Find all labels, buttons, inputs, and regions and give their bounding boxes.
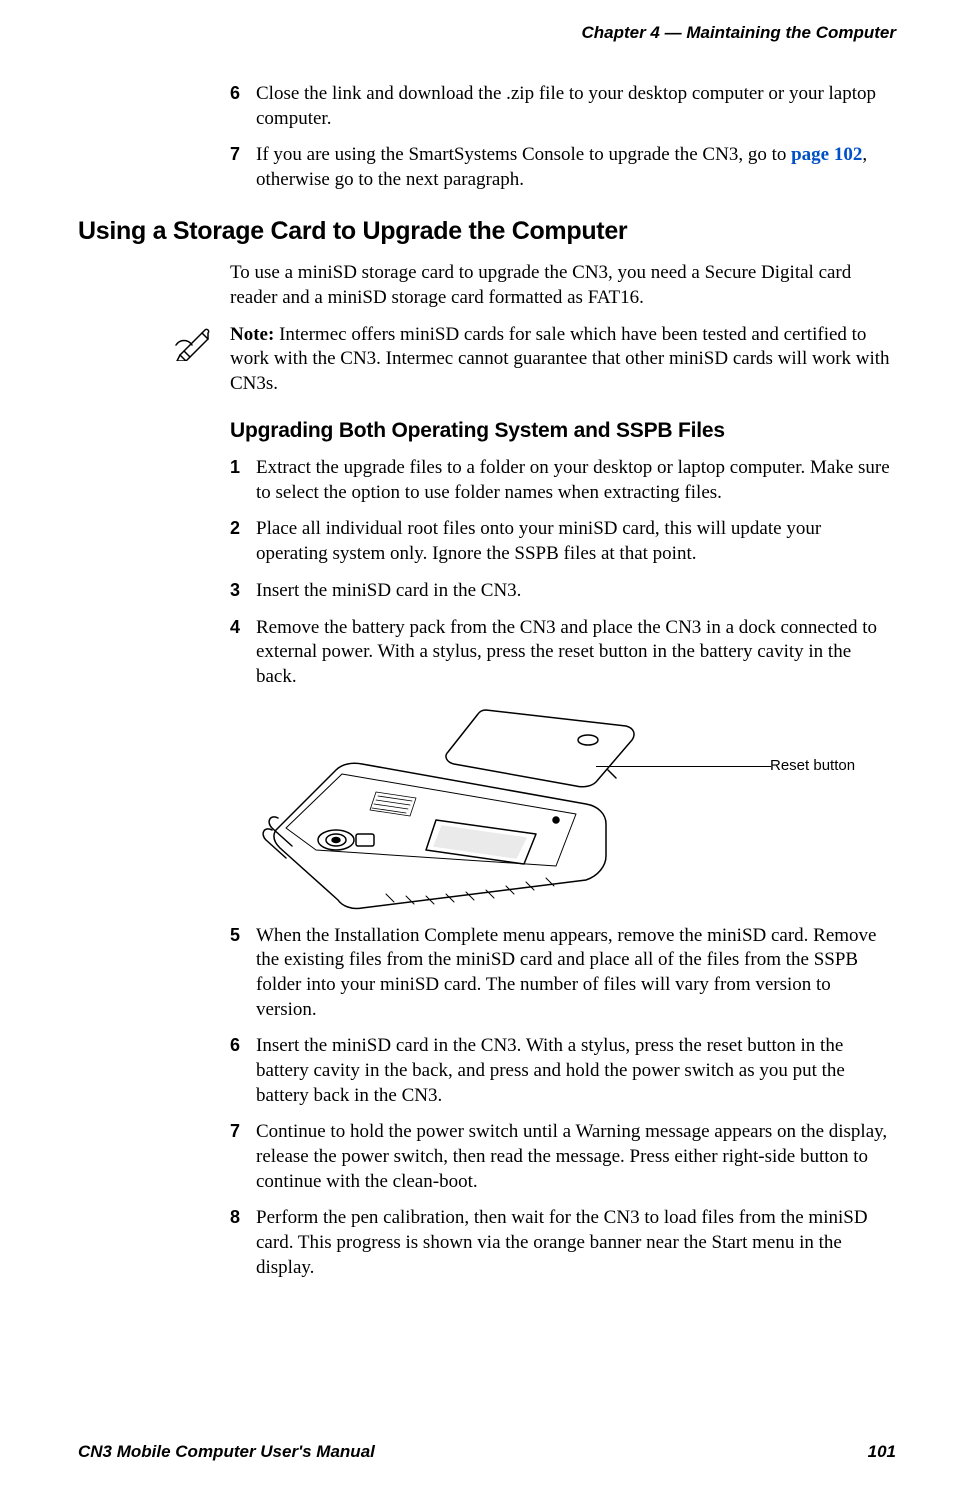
note-icon xyxy=(174,325,214,361)
step-number: 5 xyxy=(230,924,240,947)
reset-button-callout: Reset button xyxy=(770,756,855,776)
step-text: Place all individual root files onto you… xyxy=(256,518,821,564)
continued-steps-list: 6 Close the link and download the .zip f… xyxy=(230,82,896,193)
list-item: 1 Extract the upgrade files to a folder … xyxy=(230,456,896,505)
list-item: 2 Place all individual root files onto y… xyxy=(230,517,896,566)
step-text: Extract the upgrade files to a folder on… xyxy=(256,457,890,503)
list-item: 7 If you are using the SmartSystems Cons… xyxy=(230,143,896,192)
list-item: 8 Perform the pen calibration, then wait… xyxy=(230,1206,896,1280)
list-item: 5 When the Installation Complete menu ap… xyxy=(230,924,896,1023)
step-number: 7 xyxy=(230,1120,240,1143)
device-figure: Reset button xyxy=(256,700,896,910)
note-text: Note: Intermec offers miniSD cards for s… xyxy=(230,323,896,397)
subsection-heading: Upgrading Both Operating System and SSPB… xyxy=(230,417,896,444)
step-text-before: If you are using the SmartSystems Consol… xyxy=(256,144,791,165)
step-number: 4 xyxy=(230,616,240,639)
section-heading: Using a Storage Card to Upgrade the Comp… xyxy=(78,215,896,248)
list-item: 7 Continue to hold the power switch unti… xyxy=(230,1120,896,1194)
step-number: 7 xyxy=(230,143,240,166)
step-text: Remove the battery pack from the CN3 and… xyxy=(256,617,877,687)
step-number: 1 xyxy=(230,456,240,479)
step-number: 2 xyxy=(230,517,240,540)
step-number: 8 xyxy=(230,1206,240,1229)
note-label: Note: xyxy=(230,324,274,345)
note-block: Note: Intermec offers miniSD cards for s… xyxy=(188,323,896,397)
running-header: Chapter 4 — Maintaining the Computer xyxy=(78,22,896,44)
step-text: When the Installation Complete menu appe… xyxy=(256,925,877,1020)
list-item: 6 Insert the miniSD card in the CN3. Wit… xyxy=(230,1034,896,1108)
intro-paragraph: To use a miniSD storage card to upgrade … xyxy=(230,261,896,310)
callout-leader-line xyxy=(596,766,771,767)
upgrade-steps-list: 1 Extract the upgrade files to a folder … xyxy=(230,456,896,1280)
step-text: Perform the pen calibration, then wait f… xyxy=(256,1207,868,1277)
list-item: 3 Insert the miniSD card in the CN3. xyxy=(230,579,896,604)
note-body: Intermec offers miniSD cards for sale wh… xyxy=(230,324,890,394)
step-text: Insert the miniSD card in the CN3. With … xyxy=(256,1035,845,1105)
footer-page-number: 101 xyxy=(868,1441,896,1463)
list-item: 6 Close the link and download the .zip f… xyxy=(230,82,896,131)
step-text: Continue to hold the power switch until … xyxy=(256,1121,887,1191)
footer-manual-title: CN3 Mobile Computer User's Manual xyxy=(78,1441,375,1463)
step-text: Close the link and download the .zip fil… xyxy=(256,83,876,129)
step-number: 3 xyxy=(230,579,240,602)
step-text: Insert the miniSD card in the CN3. xyxy=(256,580,521,601)
list-item: 4 Remove the battery pack from the CN3 a… xyxy=(230,616,896,910)
step-number: 6 xyxy=(230,82,240,105)
step-number: 6 xyxy=(230,1034,240,1057)
page-link[interactable]: page 102 xyxy=(791,144,862,165)
